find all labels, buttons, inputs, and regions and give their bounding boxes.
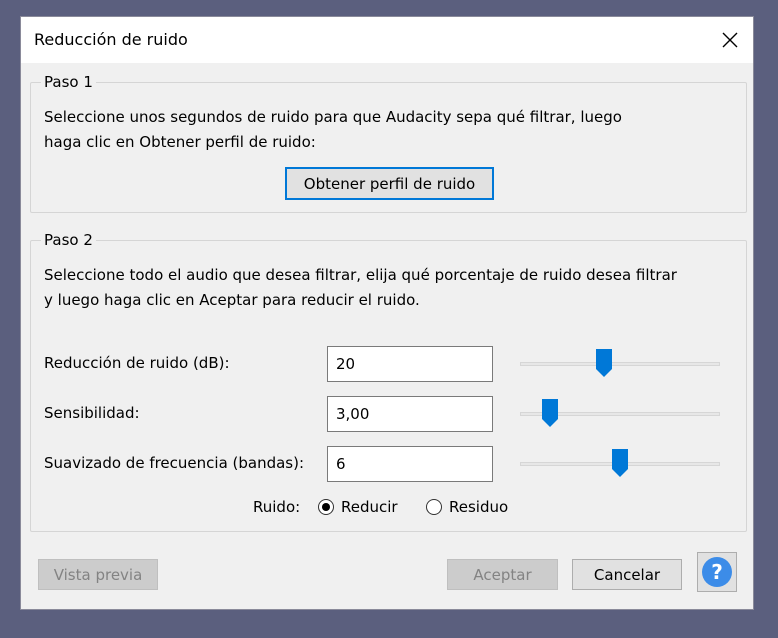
ok-button[interactable]: Aceptar xyxy=(447,559,558,590)
radio-residue-circle[interactable] xyxy=(426,499,442,515)
close-button[interactable] xyxy=(707,17,753,63)
step2-description-line1: Seleccione todo el audio que desea filtr… xyxy=(44,266,677,284)
preview-button[interactable]: Vista previa xyxy=(38,559,158,590)
step1-group: Paso 1 Seleccione unos segundos de ruido… xyxy=(30,72,747,213)
help-button[interactable]: ? xyxy=(697,552,737,592)
noise-mode-label: Ruido: xyxy=(253,498,301,516)
sensitivity-input[interactable]: 3,00 xyxy=(327,396,493,432)
noise-mode-row: Ruido: Reducir Residuo xyxy=(31,496,746,520)
noise-reduction-dialog: Reducción de ruido Paso 1 Seleccione uno… xyxy=(20,16,754,610)
step2-description: Seleccione todo el audio que desea filtr… xyxy=(44,263,724,313)
noise-reduction-label: Reducción de ruido (dB): xyxy=(44,354,230,372)
noise-reduction-slider-thumb[interactable] xyxy=(595,348,613,378)
get-noise-profile-button[interactable]: Obtener perfil de ruido xyxy=(285,167,494,200)
cancel-button[interactable]: Cancelar xyxy=(572,559,682,590)
step2-description-line2: y luego haga clic en Aceptar para reduci… xyxy=(44,291,420,309)
help-icon: ? xyxy=(702,557,732,587)
sensitivity-label: Sensibilidad: xyxy=(44,404,140,422)
frequency-smoothing-label: Suavizado de frecuencia (bandas): xyxy=(44,454,305,472)
radio-reduce-dot xyxy=(322,503,330,511)
step2-group: Paso 2 Seleccione todo el audio que dese… xyxy=(30,230,747,532)
close-icon xyxy=(722,32,738,48)
noise-reduction-slider[interactable] xyxy=(520,362,720,366)
step2-legend: Paso 2 xyxy=(41,230,96,250)
svg-text:?: ? xyxy=(711,560,723,584)
step1-description: Seleccione unos segundos de ruido para q… xyxy=(44,105,724,155)
title-bar: Reducción de ruido xyxy=(21,17,753,63)
step1-description-line1: Seleccione unos segundos de ruido para q… xyxy=(44,108,622,126)
radio-reduce-label[interactable]: Reducir xyxy=(341,496,398,518)
step1-description-line2: haga clic en Obtener perfil de ruido: xyxy=(44,133,316,151)
sensitivity-slider-thumb[interactable] xyxy=(541,398,559,428)
window-title: Reducción de ruido xyxy=(34,30,188,49)
frequency-smoothing-slider-thumb[interactable] xyxy=(611,448,629,478)
radio-residue-label[interactable]: Residuo xyxy=(449,496,508,518)
frequency-smoothing-input[interactable]: 6 xyxy=(327,446,493,482)
noise-reduction-input[interactable]: 20 xyxy=(327,346,493,382)
radio-reduce-circle[interactable] xyxy=(318,499,334,515)
step1-legend: Paso 1 xyxy=(41,72,96,92)
